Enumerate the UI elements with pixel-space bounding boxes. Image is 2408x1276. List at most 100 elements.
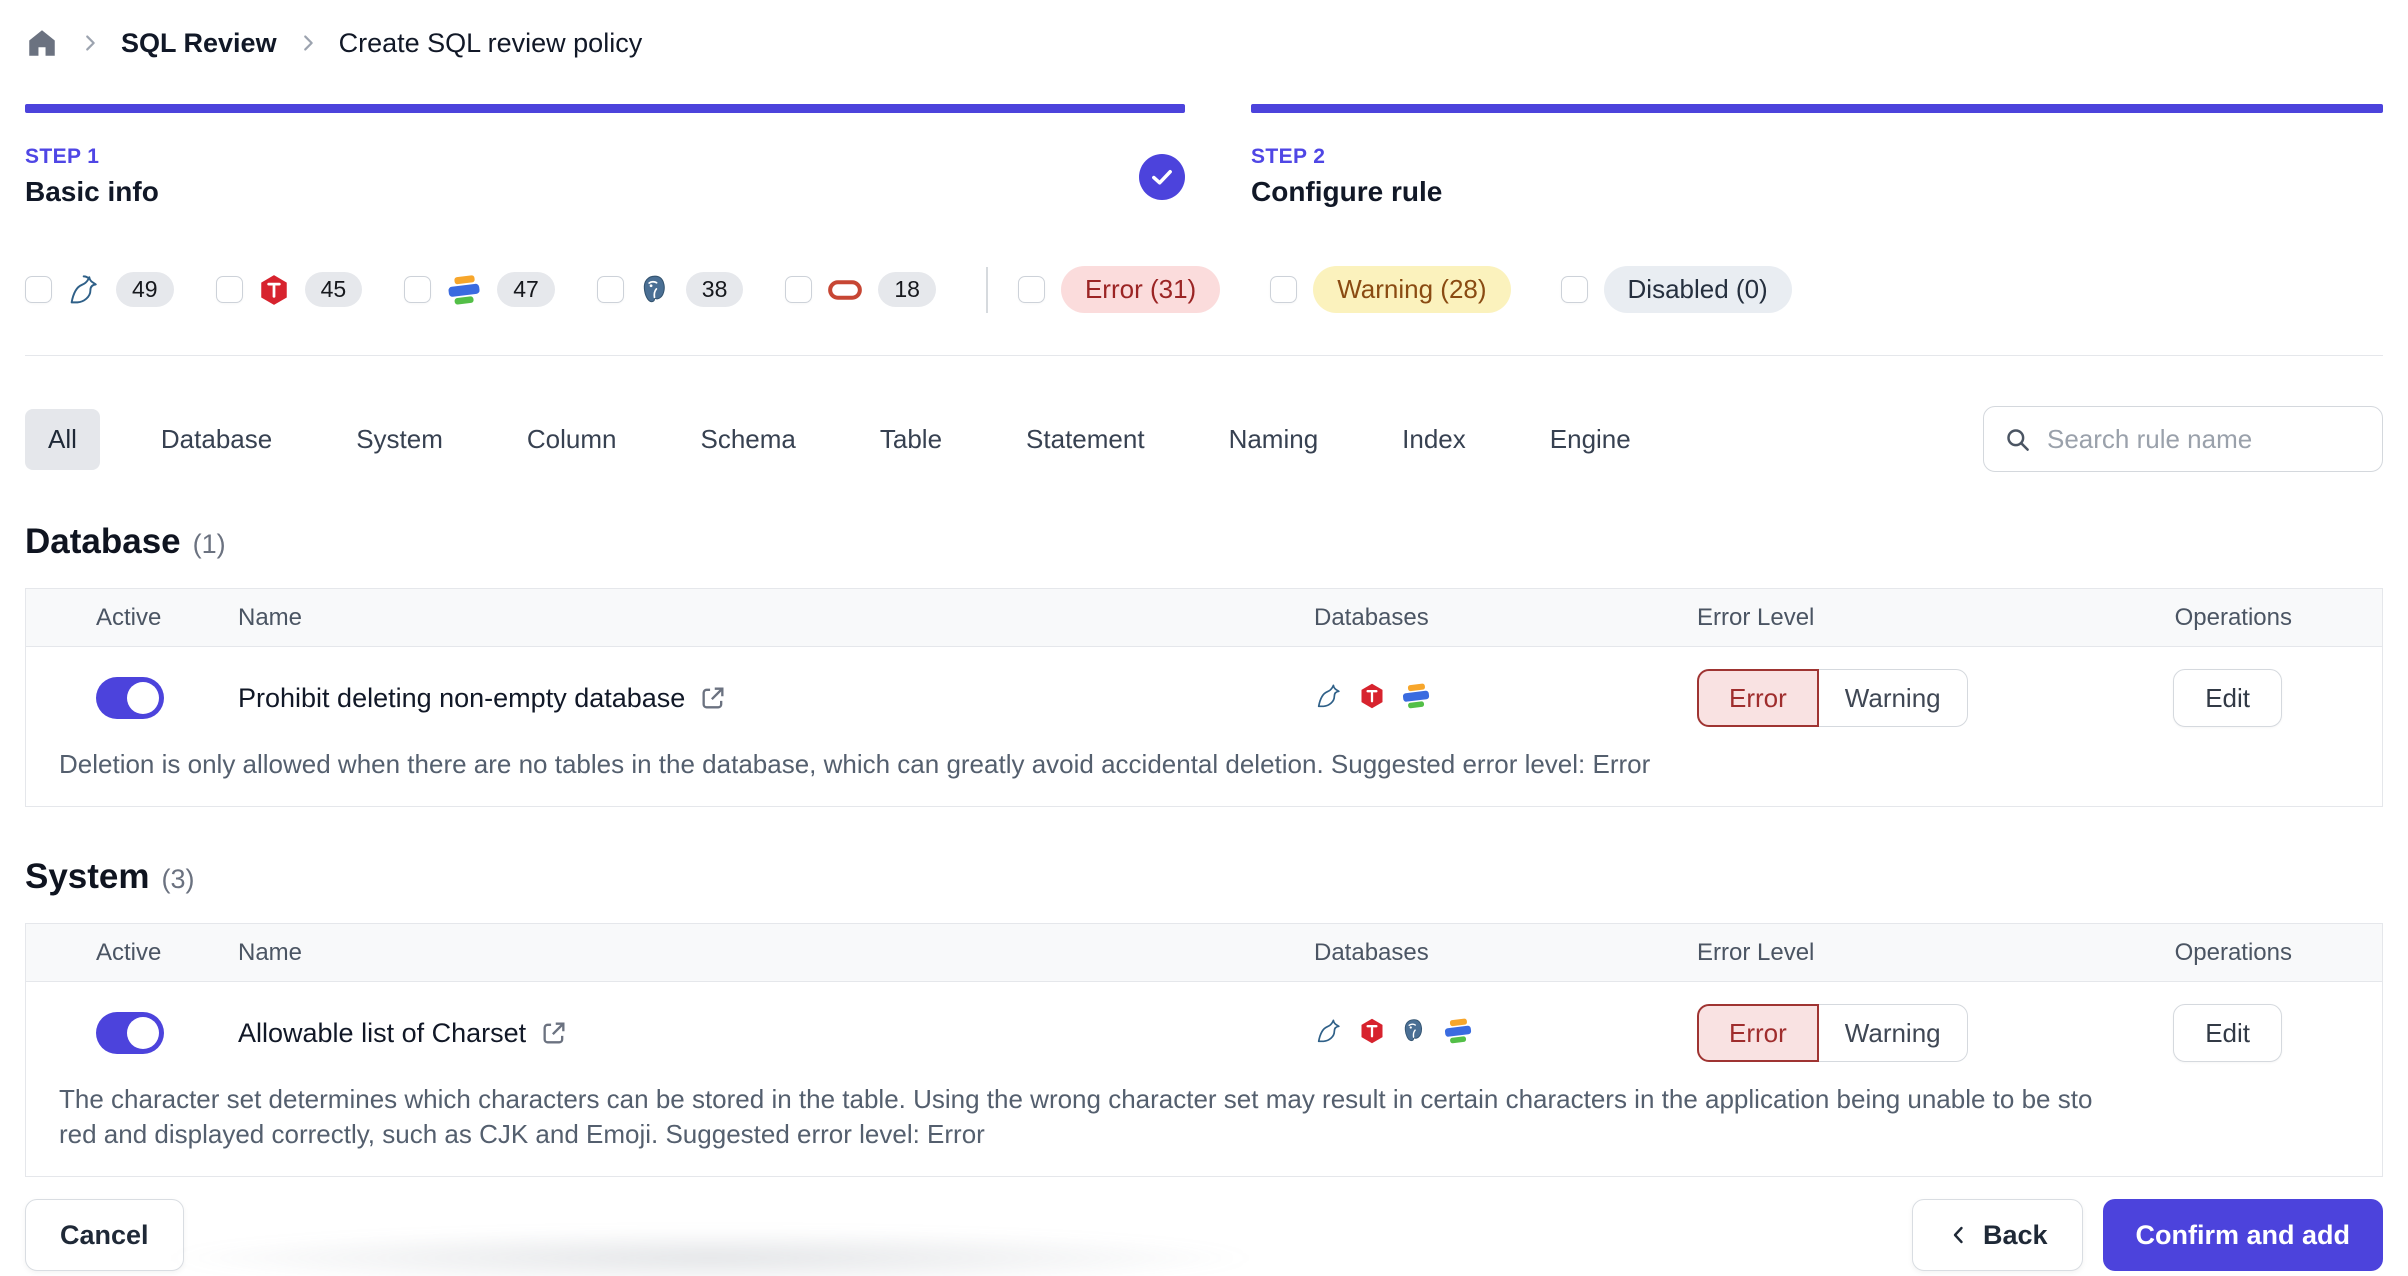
table-row: Prohibit deleting non-empty database Err… bbox=[26, 647, 2382, 727]
step-complete-check-icon bbox=[1139, 153, 1185, 200]
step-2: STEP 2 Configure rule bbox=[1251, 104, 2383, 208]
tab-statement[interactable]: Statement bbox=[1003, 409, 1168, 470]
engine-filter-postgres[interactable]: 38 bbox=[596, 272, 744, 307]
disabled-count-pill: Disabled (0) bbox=[1603, 266, 1792, 313]
oceanbase-checkbox[interactable] bbox=[404, 276, 432, 303]
rule-name-link[interactable]: Prohibit deleting non-empty database bbox=[238, 683, 685, 714]
mysql-icon bbox=[66, 272, 102, 308]
steps-indicator: STEP 1 Basic info STEP 2 Configure rule bbox=[25, 104, 2383, 208]
disabled-checkbox[interactable] bbox=[1560, 276, 1588, 303]
home-icon[interactable] bbox=[25, 26, 59, 60]
oracle-icon bbox=[826, 271, 864, 309]
col-active: Active bbox=[96, 938, 162, 966]
error-count-pill: Error (31) bbox=[1060, 266, 1221, 313]
system-rules-table: Active Name Databases Error Level Operat… bbox=[25, 923, 2383, 1178]
external-link-icon[interactable] bbox=[540, 1019, 568, 1047]
rule-description: Deletion is only allowed when there are … bbox=[59, 749, 1651, 779]
engine-filter-mysql[interactable]: 49 bbox=[25, 272, 174, 308]
edit-button[interactable]: Edit bbox=[2173, 669, 2282, 727]
level-error-button[interactable]: Error bbox=[1697, 1004, 1819, 1063]
step-1-progress-bar bbox=[25, 104, 1185, 113]
tab-naming[interactable]: Naming bbox=[1206, 409, 1342, 470]
step-2-label: STEP 2 bbox=[1251, 145, 1326, 168]
external-link-icon[interactable] bbox=[699, 684, 727, 712]
engine-filter-oracle[interactable]: 18 bbox=[785, 271, 936, 309]
col-error-level: Error Level bbox=[1697, 603, 1815, 631]
mysql-count-badge: 49 bbox=[116, 272, 174, 307]
section-name: System bbox=[25, 857, 150, 897]
step-1: STEP 1 Basic info bbox=[25, 104, 1185, 208]
tab-all[interactable]: All bbox=[25, 408, 100, 470]
search-icon bbox=[2004, 426, 2031, 453]
oceanbase-icon bbox=[445, 271, 483, 309]
rule-databases bbox=[1259, 680, 1589, 717]
mysql-checkbox[interactable] bbox=[25, 276, 52, 303]
oceanbase-icon bbox=[1400, 680, 1432, 717]
postgres-checkbox[interactable] bbox=[596, 276, 624, 303]
filter-divider bbox=[985, 266, 988, 313]
edit-button[interactable]: Edit bbox=[2173, 1004, 2282, 1063]
mysql-icon bbox=[1314, 681, 1344, 716]
filters-divider-line bbox=[25, 355, 2383, 356]
chevron-right-icon bbox=[79, 32, 101, 54]
search-input[interactable] bbox=[2045, 422, 2362, 456]
engine-filter-oceanbase[interactable]: 47 bbox=[404, 271, 555, 309]
tidb-icon bbox=[257, 273, 291, 307]
rule-active-toggle[interactable] bbox=[96, 677, 164, 719]
breadcrumb-sql-review[interactable]: SQL Review bbox=[121, 28, 277, 59]
tab-system[interactable]: System bbox=[333, 409, 466, 470]
error-level-segmented-control: Error Warning bbox=[1697, 1004, 1968, 1063]
rule-databases bbox=[1259, 1015, 1589, 1052]
tab-column[interactable]: Column bbox=[504, 409, 640, 470]
confirm-and-add-button[interactable]: Confirm and add bbox=[2102, 1199, 2383, 1272]
mysql-icon bbox=[1314, 1016, 1344, 1051]
col-operations: Operations bbox=[2174, 603, 2292, 631]
table-row: Allowable list of Charset Error Warning … bbox=[26, 982, 2382, 1063]
level-filter-disabled[interactable]: Disabled (0) bbox=[1560, 266, 1792, 313]
level-warning-button[interactable]: Warning bbox=[1818, 669, 1968, 727]
step-2-title: Configure rule bbox=[1251, 176, 1443, 207]
tab-schema[interactable]: Schema bbox=[678, 409, 819, 470]
tab-engine[interactable]: Engine bbox=[1527, 409, 1654, 470]
tidb-checkbox[interactable] bbox=[215, 276, 243, 303]
chevron-left-icon bbox=[1947, 1223, 1971, 1247]
engine-filter-tidb[interactable]: 45 bbox=[215, 272, 363, 307]
level-filter-warning[interactable]: Warning (28) bbox=[1270, 266, 1511, 313]
col-operations: Operations bbox=[2174, 938, 2292, 966]
level-error-button[interactable]: Error bbox=[1697, 669, 1819, 727]
postgres-icon bbox=[1400, 1017, 1428, 1050]
search-box bbox=[1983, 406, 2383, 472]
step-2-progress-bar bbox=[1251, 104, 2383, 113]
step-1-title: Basic info bbox=[25, 176, 159, 207]
step-1-label: STEP 1 bbox=[25, 145, 100, 168]
table-header: Active Name Databases Error Level Operat… bbox=[26, 589, 2382, 647]
rule-description: The character set determines which chara… bbox=[59, 1084, 2093, 1150]
col-name: Name bbox=[238, 938, 303, 966]
postgres-count-badge: 38 bbox=[685, 272, 744, 307]
category-tabs: All Database System Column Schema Table … bbox=[25, 406, 2383, 472]
back-button[interactable]: Back bbox=[1911, 1199, 2083, 1272]
warning-count-pill: Warning (28) bbox=[1313, 266, 1511, 313]
section-count: (3) bbox=[161, 864, 195, 895]
cancel-button[interactable]: Cancel bbox=[25, 1199, 184, 1272]
rule-name-link[interactable]: Allowable list of Charset bbox=[238, 1018, 526, 1049]
tidb-count-badge: 45 bbox=[304, 272, 363, 307]
col-name: Name bbox=[238, 603, 303, 631]
error-checkbox[interactable] bbox=[1017, 276, 1045, 303]
warning-checkbox[interactable] bbox=[1270, 276, 1298, 303]
oceanbase-icon bbox=[1442, 1015, 1474, 1052]
level-warning-button[interactable]: Warning bbox=[1818, 1004, 1968, 1063]
level-filter-error[interactable]: Error (31) bbox=[1017, 266, 1221, 313]
tab-index[interactable]: Index bbox=[1379, 409, 1489, 470]
oracle-checkbox[interactable] bbox=[785, 276, 813, 303]
section-system-title: System (3) bbox=[25, 857, 2383, 897]
oracle-count-badge: 18 bbox=[878, 272, 936, 307]
tab-table[interactable]: Table bbox=[857, 409, 965, 470]
tab-database[interactable]: Database bbox=[138, 409, 295, 470]
create-sql-review-policy-page: SQL Review Create SQL review policy STEP… bbox=[0, 0, 2408, 1276]
tidb-icon bbox=[1358, 1017, 1386, 1050]
database-rules-table: Active Name Databases Error Level Operat… bbox=[25, 588, 2383, 808]
col-error-level: Error Level bbox=[1697, 938, 1815, 966]
error-level-segmented-control: Error Warning bbox=[1697, 669, 1968, 727]
rule-active-toggle[interactable] bbox=[96, 1012, 164, 1055]
